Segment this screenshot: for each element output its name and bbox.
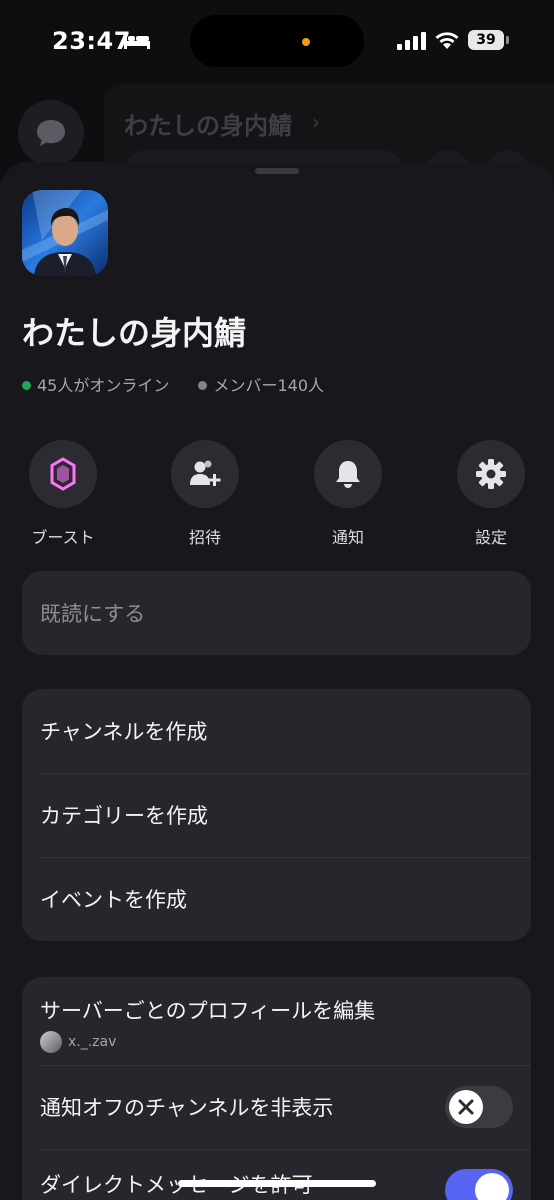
boost-button[interactable]: ブースト bbox=[3, 440, 123, 548]
allow-dm-item: ダイレクトメッセージを許可 bbox=[22, 1149, 531, 1200]
background-server-title: わたしの身内鯖 bbox=[124, 112, 292, 140]
avatar bbox=[40, 1031, 62, 1053]
create-category-item[interactable]: カテゴリーを作成 bbox=[22, 773, 531, 857]
profile-username-row: x._.zav bbox=[40, 1031, 513, 1053]
close-icon bbox=[458, 1099, 474, 1115]
direct-messages-button[interactable] bbox=[18, 100, 84, 166]
invite-label: 招待 bbox=[188, 528, 221, 547]
boost-circle bbox=[29, 440, 97, 508]
bed-icon bbox=[124, 33, 150, 49]
hide-muted-channels-toggle[interactable] bbox=[445, 1086, 513, 1128]
server-stats: 45人がオンライン メンバー140人 bbox=[22, 372, 324, 396]
server-bottom-sheet: わたしの身内鯖 45人がオンライン メンバー140人 ブースト 招待 通知 設定… bbox=[0, 162, 554, 1200]
member-count: メンバー140人 bbox=[213, 376, 325, 395]
toggle-knob bbox=[475, 1173, 509, 1200]
settings-button[interactable]: 設定 bbox=[431, 440, 551, 548]
profile-username: x._.zav bbox=[68, 1034, 117, 1050]
bell-icon bbox=[336, 461, 360, 488]
create-menu-card: チャンネルを作成 カテゴリーを作成 イベントを作成 bbox=[22, 689, 531, 941]
invite-icon bbox=[190, 460, 221, 486]
notifications-label: 通知 bbox=[331, 528, 364, 547]
edit-server-profile-label: サーバーごとのプロフィールを編集 bbox=[40, 999, 376, 1023]
battery-icon: 39 bbox=[468, 30, 504, 50]
signal-icon bbox=[397, 32, 426, 50]
allow-dm-toggle[interactable] bbox=[445, 1169, 513, 1200]
home-indicator bbox=[178, 1180, 376, 1187]
settings-label: 設定 bbox=[474, 528, 507, 547]
settings-circle bbox=[457, 440, 525, 508]
online-status-dot bbox=[22, 381, 31, 390]
chevron-right-icon: › bbox=[312, 110, 320, 134]
chat-bubble-icon bbox=[37, 120, 65, 146]
boost-icon bbox=[50, 457, 76, 491]
server-name: わたしの身内鯖 bbox=[22, 314, 247, 352]
mark-as-read-button[interactable]: 既読にする bbox=[22, 571, 531, 655]
status-bar: 23:47 39 bbox=[0, 0, 554, 84]
privacy-indicator bbox=[302, 38, 310, 46]
boost-label: ブースト bbox=[31, 528, 95, 547]
member-status-dot bbox=[198, 381, 208, 390]
wifi-icon bbox=[435, 32, 459, 49]
hide-muted-channels-label: 通知オフのチャンネルを非表示 bbox=[40, 1096, 334, 1120]
status-time: 23:47 bbox=[52, 27, 131, 55]
hide-muted-channels-item: 通知オフのチャンネルを非表示 bbox=[22, 1065, 531, 1149]
server-icon bbox=[22, 190, 108, 276]
dynamic-island bbox=[190, 15, 364, 67]
quick-actions: ブースト 招待 通知 設定 bbox=[0, 440, 554, 550]
invite-button[interactable]: 招待 bbox=[145, 440, 265, 548]
online-count: 45人がオンライン bbox=[37, 376, 170, 395]
settings-menu-card: サーバーごとのプロフィールを編集 x._.zav 通知オフのチャンネルを非表示 bbox=[22, 977, 531, 1200]
notifications-button[interactable]: 通知 bbox=[288, 440, 408, 548]
sheet-drag-handle[interactable] bbox=[255, 168, 299, 174]
notifications-circle bbox=[314, 440, 382, 508]
battery-nub bbox=[506, 36, 509, 44]
toggle-knob bbox=[449, 1090, 483, 1124]
invite-circle bbox=[171, 440, 239, 508]
create-event-item[interactable]: イベントを作成 bbox=[22, 857, 531, 941]
gear-icon bbox=[476, 459, 506, 489]
screen: 23:47 39 わたしの身内鯖 › わたしの身内鯖 45人がオンライン メンバ… bbox=[0, 0, 554, 1200]
edit-server-profile-item[interactable]: サーバーごとのプロフィールを編集 x._.zav bbox=[22, 977, 531, 1065]
create-channel-item[interactable]: チャンネルを作成 bbox=[22, 689, 531, 773]
mark-read-card: 既読にする bbox=[22, 571, 531, 655]
